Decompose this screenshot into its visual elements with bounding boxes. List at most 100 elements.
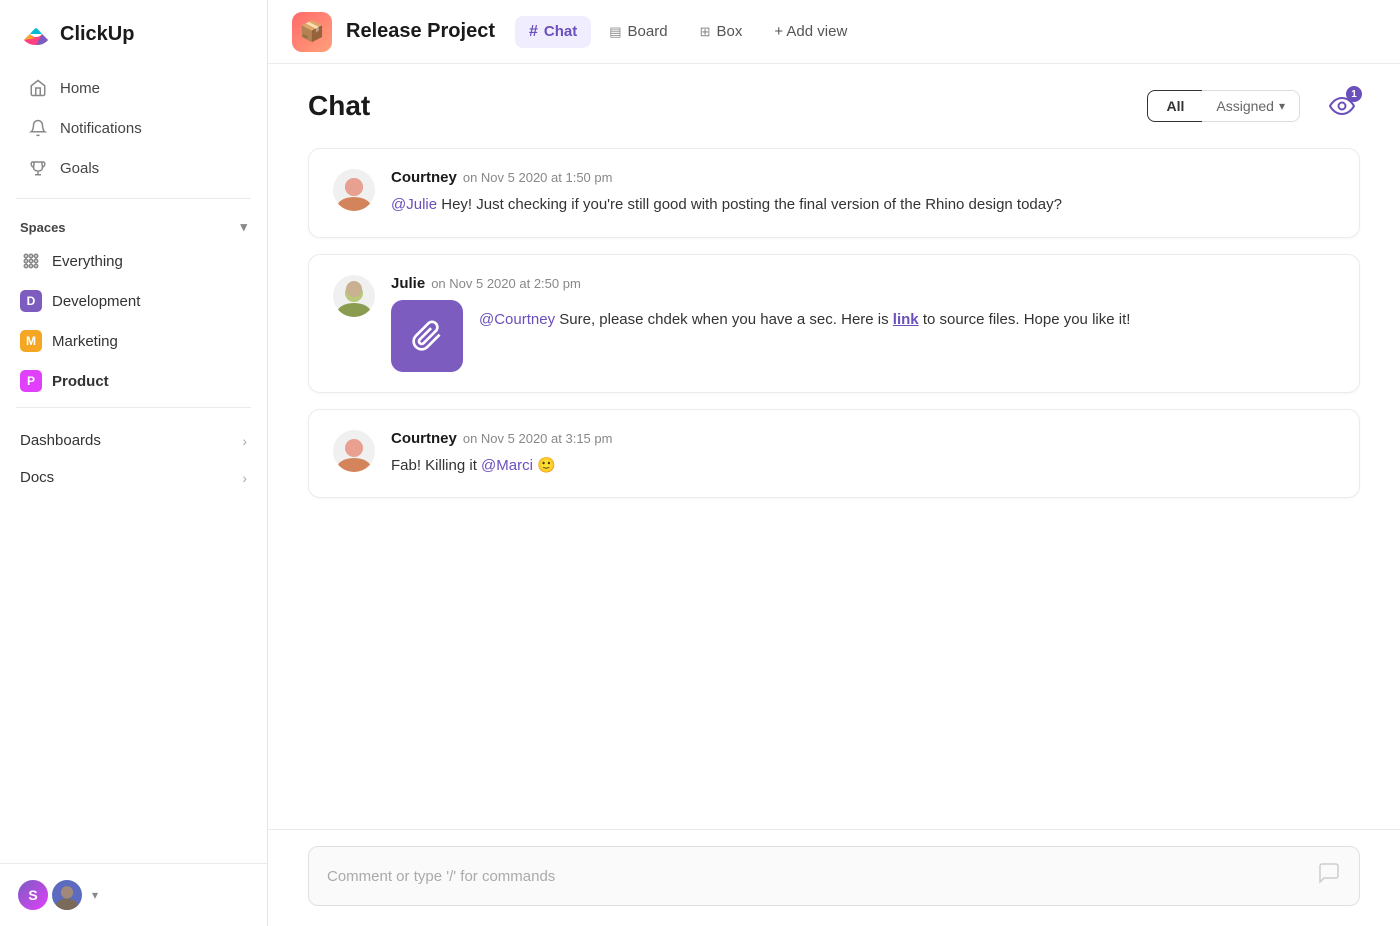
sidebar-item-docs[interactable]: Docs › [8,459,259,496]
sidebar-item-dashboards[interactable]: Dashboards › [8,422,259,459]
tab-chat[interactable]: # Chat [515,16,591,48]
mention-julie: @Julie [391,196,437,213]
project-icon: 📦 [292,12,332,52]
filter-assigned-button[interactable]: Assigned ▾ [1202,90,1300,122]
sidebar-item-home-label: Home [60,80,100,97]
message-header: Courtney on Nov 5 2020 at 1:50 pm [391,169,1335,186]
message-card: Julie on Nov 5 2020 at 2:50 pm @Courtney… [308,254,1360,393]
topbar-tabs: # Chat ▤ Board ⊞ Box + Add view [515,16,861,48]
message-body: Julie on Nov 5 2020 at 2:50 pm @Courtney… [391,275,1335,372]
sidebar-item-goals[interactable]: Goals [8,148,259,188]
comment-box[interactable]: Comment or type '/' for commands [308,846,1360,906]
marketing-badge: M [20,330,42,352]
msg-text-emoji: 🙂 [537,457,556,474]
sidebar-item-development[interactable]: D Development [8,281,259,321]
footer-chevron-icon[interactable]: ▾ [92,888,98,902]
message-time: on Nov 5 2020 at 2:50 pm [431,276,581,291]
tab-box[interactable]: ⊞ Box [686,16,757,47]
sidebar-footer: S ▾ [0,863,267,926]
julie-avatar [333,275,375,317]
box-icon: ⊞ [700,24,711,40]
sidebar-item-marketing-label: Marketing [52,333,118,350]
message-time: on Nov 5 2020 at 3:15 pm [463,431,613,446]
sidebar-item-product[interactable]: P Product [8,361,259,401]
sidebar-item-notifications[interactable]: Notifications [8,108,259,148]
chat-title: Chat [308,90,370,122]
paperclip-icon [411,320,443,352]
attachment-text: @Courtney Sure, please chdek when you ha… [479,300,1130,332]
attach-text-1: Sure, please chdek when you have a sec. … [559,311,893,328]
message-body: Courtney on Nov 5 2020 at 3:15 pm Fab! K… [391,430,1335,478]
avatar-stack: S [16,878,84,912]
tab-chat-label: Chat [544,23,577,40]
filter-assigned-label: Assigned [1216,98,1274,114]
message-text: @Julie Hey! Just checking if you're stil… [391,194,1335,217]
sidebar-item-dashboards-label: Dashboards [20,432,101,449]
attachment-block: @Courtney Sure, please chdek when you ha… [391,300,1335,372]
filter-all-button[interactable]: All [1147,90,1202,122]
logo-text: ClickUp [60,23,134,46]
sidebar-item-development-label: Development [52,293,140,310]
msg-text-fab: Fab! Killing it [391,457,481,474]
project-title: Release Project [346,20,495,43]
sidebar-item-goals-label: Goals [60,160,99,177]
add-view-button[interactable]: + Add view [760,16,861,47]
add-view-label: + Add view [774,23,847,40]
message-card: Courtney on Nov 5 2020 at 1:50 pm @Julie… [308,148,1360,238]
message-author: Courtney [391,169,457,186]
chat-header: Chat All Assigned ▾ 1 [268,64,1400,140]
attach-text-2: to source files. Hope you like it! [923,311,1131,328]
sidebar-item-marketing[interactable]: M Marketing [8,321,259,361]
topbar: 📦 Release Project # Chat ▤ Board ⊞ Box +… [268,0,1400,64]
avatar-j[interactable] [50,878,84,912]
logo: ClickUp [0,0,267,64]
spaces-label: Spaces [20,220,66,235]
trophy-icon [28,158,48,178]
message-author: Courtney [391,430,457,447]
sidebar-nav: Home Notifications Goals [0,64,267,192]
mention-marci: @Marci [481,457,533,474]
board-icon: ▤ [609,24,621,40]
sidebar-item-everything-label: Everything [52,253,123,270]
message-header: Courtney on Nov 5 2020 at 3:15 pm [391,430,1335,447]
sidebar-item-home[interactable]: Home [8,68,259,108]
home-icon [28,78,48,98]
message-header: Julie on Nov 5 2020 at 2:50 pm [391,275,1335,292]
courtney-avatar-2 [333,430,375,472]
tab-box-label: Box [716,23,742,40]
sidebar-divider-1 [16,198,251,199]
spaces-section-header[interactable]: Spaces ▾ [0,205,267,241]
filter-chevron-icon: ▾ [1279,99,1285,113]
everything-icon [20,250,42,272]
message-author: Julie [391,275,425,292]
comment-area: Comment or type '/' for commands [268,829,1400,926]
bell-icon [28,118,48,138]
avatar-s[interactable]: S [16,878,50,912]
sidebar-bottom: Dashboards › Docs › [0,414,267,504]
chat-content: Chat All Assigned ▾ 1 [268,64,1400,926]
tab-board[interactable]: ▤ Board [595,16,681,47]
sidebar-item-product-label: Product [52,373,109,390]
attachment-link[interactable]: link [893,311,919,328]
watch-button[interactable]: 1 [1324,88,1360,124]
spaces-chevron-icon: ▾ [240,219,247,235]
sidebar-item-everything[interactable]: Everything [8,241,259,281]
sidebar-divider-2 [16,407,251,408]
main-area: 📦 Release Project # Chat ▤ Board ⊞ Box +… [268,0,1400,926]
sidebar: ClickUp Home Notifications Goals Spaces … [0,0,268,926]
product-badge: P [20,370,42,392]
clickup-logo-icon [20,18,52,50]
development-badge: D [20,290,42,312]
comment-placeholder: Comment or type '/' for commands [327,868,555,885]
sidebar-item-notifications-label: Notifications [60,120,142,137]
sidebar-spaces: Everything D Development M Marketing P P… [0,241,267,401]
message-card: Courtney on Nov 5 2020 at 3:15 pm Fab! K… [308,409,1360,499]
chat-bubble-icon [1317,861,1341,891]
dashboards-chevron-icon: › [242,433,247,449]
message-text: Fab! Killing it @Marci 🙂 [391,455,1335,478]
sidebar-item-docs-label: Docs [20,469,54,486]
courtney-avatar [333,169,375,211]
chat-hash-icon: # [529,23,538,41]
mention-courtney: @Courtney [479,311,555,328]
chat-filters: All Assigned ▾ [1147,90,1300,122]
